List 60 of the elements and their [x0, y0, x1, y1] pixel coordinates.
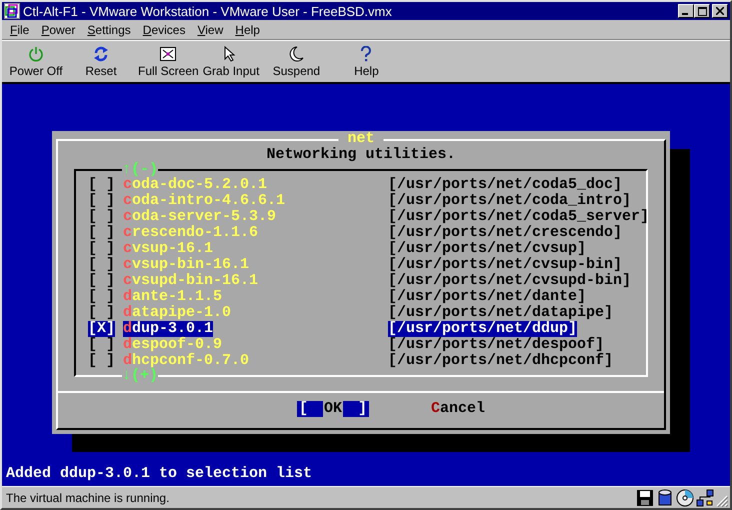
dialog-heading: Networking utilities. — [265, 147, 457, 163]
help-icon — [360, 46, 372, 62]
power-icon — [28, 46, 44, 62]
maximize-icon — [698, 6, 706, 16]
toolbar-button[interactable]: Grab Input — [200, 46, 262, 78]
refresh-icon — [93, 46, 109, 62]
menu-item[interactable]: Help — [229, 22, 266, 36]
checkbox[interactable]: [ ] — [88, 305, 115, 321]
scroll-indicator: ↓(+) — [122, 368, 158, 384]
app-icon — [4, 3, 20, 19]
menu-item[interactable]: View — [191, 22, 230, 36]
package-name[interactable]: ddup-3.0.1 — [123, 321, 214, 337]
checkbox[interactable]: [ ] — [88, 177, 115, 193]
console-message: Added ddup-3.0.1 to selection list — [6, 466, 312, 482]
checkbox[interactable]: [ ] — [88, 193, 115, 209]
close-button[interactable] — [712, 4, 728, 18]
checkbox[interactable]: [ ] — [88, 289, 115, 305]
toolbar-button[interactable]: Power Off — [6, 46, 66, 78]
port-path: [/usr/ports/net/datapipe] — [388, 305, 614, 321]
checkbox[interactable]: [ ] — [88, 337, 115, 353]
port-path: [/usr/ports/net/ddup] — [388, 321, 578, 337]
maximize-button[interactable] — [694, 4, 710, 18]
floppy-icon — [636, 488, 654, 506]
toolbar-button[interactable]: Suspend — [261, 46, 332, 78]
menu-item[interactable]: File — [4, 22, 36, 36]
menu-item[interactable]: Devices — [136, 22, 192, 36]
checkbox[interactable]: [X] — [88, 321, 115, 337]
toolbar-button[interactable]: Reset — [66, 46, 136, 78]
port-path: [/usr/ports/net/coda5_doc] — [388, 177, 622, 193]
fullscreen-icon — [160, 46, 176, 62]
cancel-button[interactable]: Cancel — [430, 401, 486, 417]
port-path: [/usr/ports/net/crescendo] — [388, 225, 622, 241]
ok-button[interactable]: [ OK ] — [296, 401, 369, 417]
network-icon — [696, 488, 714, 506]
minimize-button[interactable] — [678, 4, 694, 18]
moon-icon — [288, 46, 304, 62]
checkbox[interactable]: [ ] — [88, 225, 115, 241]
toolbar-button[interactable]: Full Screen — [136, 46, 201, 78]
cd-icon — [676, 488, 694, 506]
menu-item[interactable]: Power — [35, 22, 82, 36]
resize-grip-icon[interactable] — [716, 494, 728, 506]
port-path: [/usr/ports/net/dhcpconf] — [388, 353, 614, 369]
scroll-indicator: ↑(-) — [122, 162, 158, 178]
port-path: [/usr/ports/net/despoof] — [388, 337, 604, 353]
window-title: Ctl-Alt-F1 - VMware Workstation - VMware User - FreeBSD.vmx — [23, 4, 392, 18]
port-path: [/usr/ports/net/dante] — [388, 289, 586, 305]
port-path: [/usr/ports/net/coda5_server] — [388, 209, 650, 225]
port-path: [/usr/ports/net/cvsup-bin] — [388, 257, 622, 273]
port-path: [/usr/ports/net/cvsupd-bin] — [388, 273, 632, 289]
port-path: [/usr/ports/net/coda_intro] — [388, 193, 632, 209]
close-icon — [716, 7, 724, 15]
checkbox[interactable]: [ ] — [88, 241, 115, 257]
status-text: The virtual machine is running. — [6, 490, 170, 504]
toolbar-button[interactable]: Help — [331, 46, 402, 78]
checkbox[interactable]: [ ] — [88, 273, 115, 289]
port-path: [/usr/ports/net/cvsup] — [388, 241, 586, 257]
checkbox[interactable]: [ ] — [88, 353, 115, 369]
checkbox[interactable]: [ ] — [88, 257, 115, 273]
menu-item[interactable]: Settings — [81, 22, 137, 36]
checkbox[interactable]: [ ] — [88, 209, 115, 225]
